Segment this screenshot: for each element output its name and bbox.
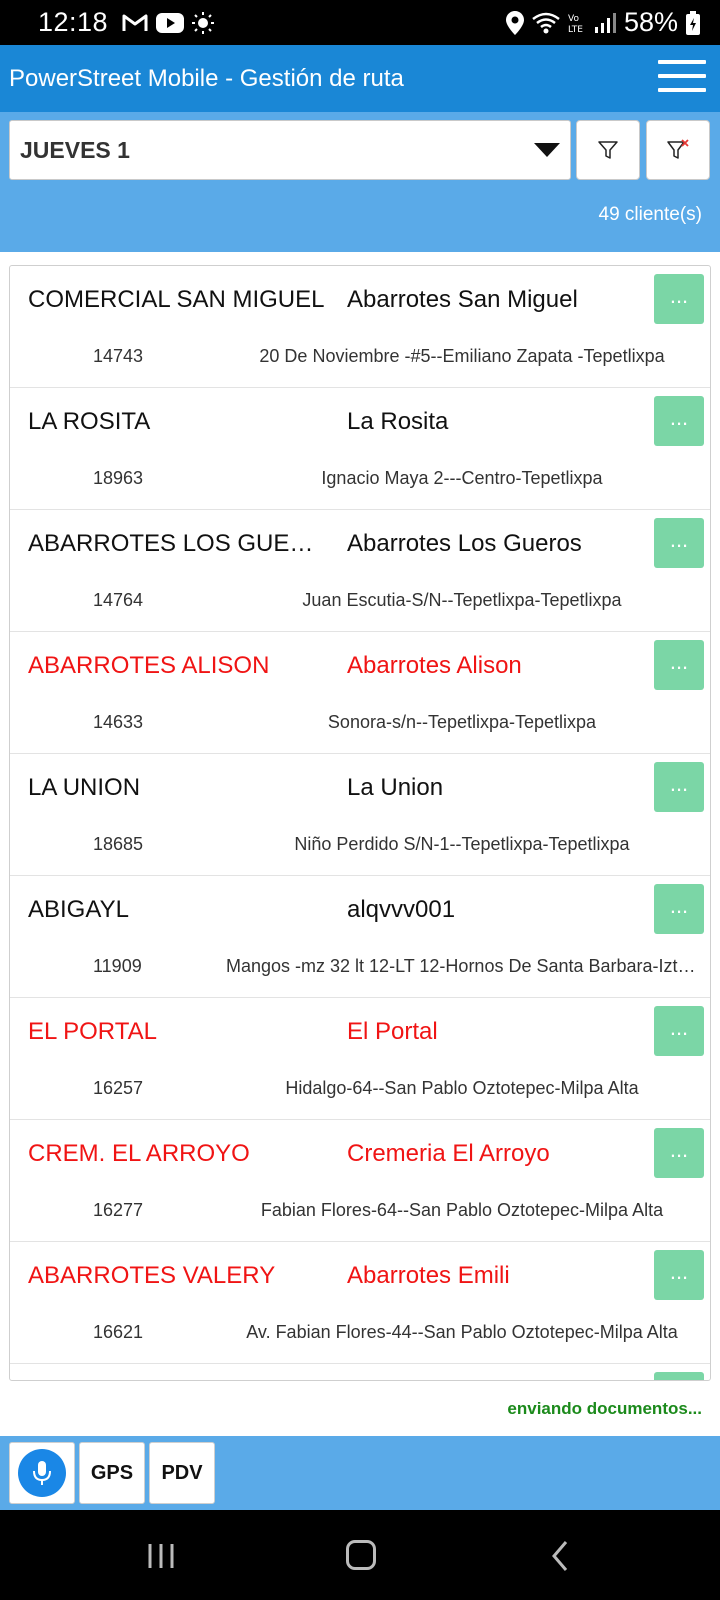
brightness-icon bbox=[192, 11, 215, 34]
wifi-icon bbox=[532, 12, 560, 33]
client-alias: Cremeria El Arroyo bbox=[347, 1140, 550, 1167]
client-address: Mangos -mz 32 lt 12-LT 12-Hornos De Sant… bbox=[226, 956, 698, 976]
route-day-select[interactable]: JUEVES 1 bbox=[9, 120, 571, 180]
battery-percent: 58% bbox=[623, 7, 678, 37]
route-filter-bar: JUEVES 1 49 cliente(s) bbox=[0, 112, 720, 252]
client-name: LA UNION bbox=[28, 774, 141, 801]
client-alias: El Portal bbox=[347, 1018, 438, 1045]
status-time: 12:18 bbox=[38, 7, 109, 37]
client-address: Fabian Flores-64--San Pablo Oztotepec-Mi… bbox=[260, 1200, 664, 1220]
client-alias: alqvvv001 bbox=[347, 896, 456, 923]
client-name: ABIGAYL bbox=[28, 896, 129, 923]
filter-icon bbox=[598, 141, 618, 159]
client-row[interactable]: LA ROSITA La Rosita 18963 Ignacio Maya 2… bbox=[10, 388, 710, 510]
client-options-button[interactable]: ... bbox=[654, 1250, 704, 1300]
status-left-icons bbox=[122, 11, 215, 34]
client-row[interactable]: LA UNION La Union 18685 Niño Perdido S/N… bbox=[10, 754, 710, 876]
clear-filter-button[interactable] bbox=[646, 120, 710, 180]
client-alias: Abarrotes Alison bbox=[347, 652, 522, 679]
client-options-button[interactable]: ... bbox=[654, 1128, 704, 1178]
client-options-button[interactable] bbox=[654, 1372, 704, 1380]
location-icon bbox=[505, 10, 524, 35]
client-name: LA ROSITA bbox=[28, 408, 151, 435]
app-bar: PowerStreet Mobile - Gestión de ruta bbox=[0, 45, 720, 112]
client-code: 14633 bbox=[93, 712, 144, 732]
client-code: 16621 bbox=[93, 1322, 144, 1342]
client-row-partial[interactable] bbox=[10, 1364, 710, 1380]
pdv-button[interactable]: PDV bbox=[149, 1442, 215, 1504]
svg-text:Vo: Vo bbox=[568, 14, 579, 24]
client-list[interactable]: COMERCIAL SAN MIGUEL Abarrotes San Migue… bbox=[9, 265, 711, 1381]
gmail-icon bbox=[122, 14, 148, 31]
client-options-button[interactable]: ... bbox=[654, 640, 704, 690]
signal-icon bbox=[594, 12, 616, 33]
client-address: Sonora-s/n--Tepetlixpa-Tepetlixpa bbox=[327, 712, 597, 732]
client-row[interactable]: COMERCIAL SAN MIGUEL Abarrotes San Migue… bbox=[10, 266, 710, 388]
battery-icon bbox=[686, 10, 700, 35]
client-code: 11909 bbox=[93, 956, 142, 976]
gps-button[interactable]: GPS bbox=[79, 1442, 145, 1504]
recent-apps-icon[interactable] bbox=[146, 1542, 176, 1570]
client-options-button[interactable]: ... bbox=[654, 884, 704, 934]
home-icon[interactable] bbox=[346, 1540, 376, 1570]
client-address: Juan Escutia-S/N--Tepetlixpa-Tepetlixpa bbox=[302, 590, 622, 610]
svg-text:LTE: LTE bbox=[568, 25, 583, 34]
client-address: Av. Fabian Flores-44--San Pablo Oztotepe… bbox=[246, 1322, 678, 1342]
client-row[interactable]: CREM. EL ARROYO Cremeria El Arroyo 16277… bbox=[10, 1120, 710, 1242]
volte-icon: VoLTE bbox=[568, 14, 583, 34]
hamburger-menu-icon[interactable] bbox=[658, 60, 706, 96]
client-alias: La Union bbox=[347, 774, 444, 801]
client-code: 18685 bbox=[93, 834, 144, 854]
client-row[interactable]: ABARROTES ALISON Abarrotes Alison 14633 … bbox=[10, 632, 710, 754]
clear-filter-icon bbox=[667, 139, 689, 159]
client-options-button[interactable]: ... bbox=[654, 1006, 704, 1056]
client-alias: Abarrotes San Miguel bbox=[347, 286, 578, 313]
client-row[interactable]: EL PORTAL El Portal 16257 Hidalgo-64--Sa… bbox=[10, 998, 710, 1120]
client-name: ABARROTES LOS GUEROS bbox=[28, 530, 328, 557]
microphone-icon bbox=[18, 1449, 66, 1497]
page-title: PowerStreet Mobile - Gestión de ruta bbox=[9, 64, 404, 92]
client-address: 20 De Noviembre -#5--Emiliano Zapata -Te… bbox=[259, 346, 665, 366]
route-day-value: JUEVES 1 bbox=[20, 136, 130, 163]
client-code: 16257 bbox=[93, 1078, 144, 1098]
client-count: 49 cliente(s) bbox=[598, 204, 703, 225]
client-options-button[interactable]: ... bbox=[654, 396, 704, 446]
client-name: ABARROTES ALISON bbox=[28, 652, 270, 679]
filter-button[interactable] bbox=[576, 120, 640, 180]
client-row[interactable]: ABARROTES VALERY Abarrotes Emili 16621 A… bbox=[10, 1242, 710, 1364]
client-options-button[interactable]: ... bbox=[654, 518, 704, 568]
client-code: 14743 bbox=[93, 346, 144, 366]
client-name: EL PORTAL bbox=[28, 1018, 157, 1045]
client-code: 18963 bbox=[93, 468, 144, 488]
voice-button[interactable] bbox=[9, 1442, 75, 1504]
client-alias: Abarrotes Los Gueros bbox=[347, 530, 582, 557]
client-name: ABARROTES VALERY bbox=[28, 1262, 276, 1289]
status-bar: 12:18 Vo LTE 58% bbox=[0, 0, 720, 45]
client-address: Niño Perdido S/N-1--Tepetlixpa-Tepetlixp… bbox=[294, 834, 630, 854]
sync-status: enviando documentos... bbox=[507, 1399, 702, 1418]
client-address: Ignacio Maya 2---Centro-Tepetlixpa bbox=[321, 468, 603, 488]
client-address: Hidalgo-64--San Pablo Oztotepec-Milpa Al… bbox=[285, 1078, 639, 1098]
status-right-icons: Vo LTE 58% bbox=[505, 7, 700, 38]
client-alias: Abarrotes Emili bbox=[347, 1262, 510, 1289]
client-code: 16277 bbox=[93, 1200, 144, 1220]
client-name: COMERCIAL SAN MIGUEL bbox=[28, 286, 325, 313]
back-icon[interactable] bbox=[550, 1540, 570, 1572]
client-name: CREM. EL ARROYO bbox=[28, 1140, 250, 1167]
bottom-toolbar: GPS PDV bbox=[0, 1436, 720, 1510]
client-row[interactable]: ABARROTES LOS GUEROS Abarrotes Los Guero… bbox=[10, 510, 710, 632]
client-row[interactable]: ABIGAYL alqvvv001 11909 Mangos -mz 32 lt… bbox=[10, 876, 710, 998]
youtube-icon bbox=[156, 12, 185, 33]
chevron-down-icon bbox=[534, 143, 560, 157]
client-alias: La Rosita bbox=[347, 408, 449, 435]
system-nav-bar bbox=[0, 1510, 720, 1600]
client-options-button[interactable]: ... bbox=[654, 274, 704, 324]
client-code: 14764 bbox=[93, 590, 144, 610]
client-options-button[interactable]: ... bbox=[654, 762, 704, 812]
